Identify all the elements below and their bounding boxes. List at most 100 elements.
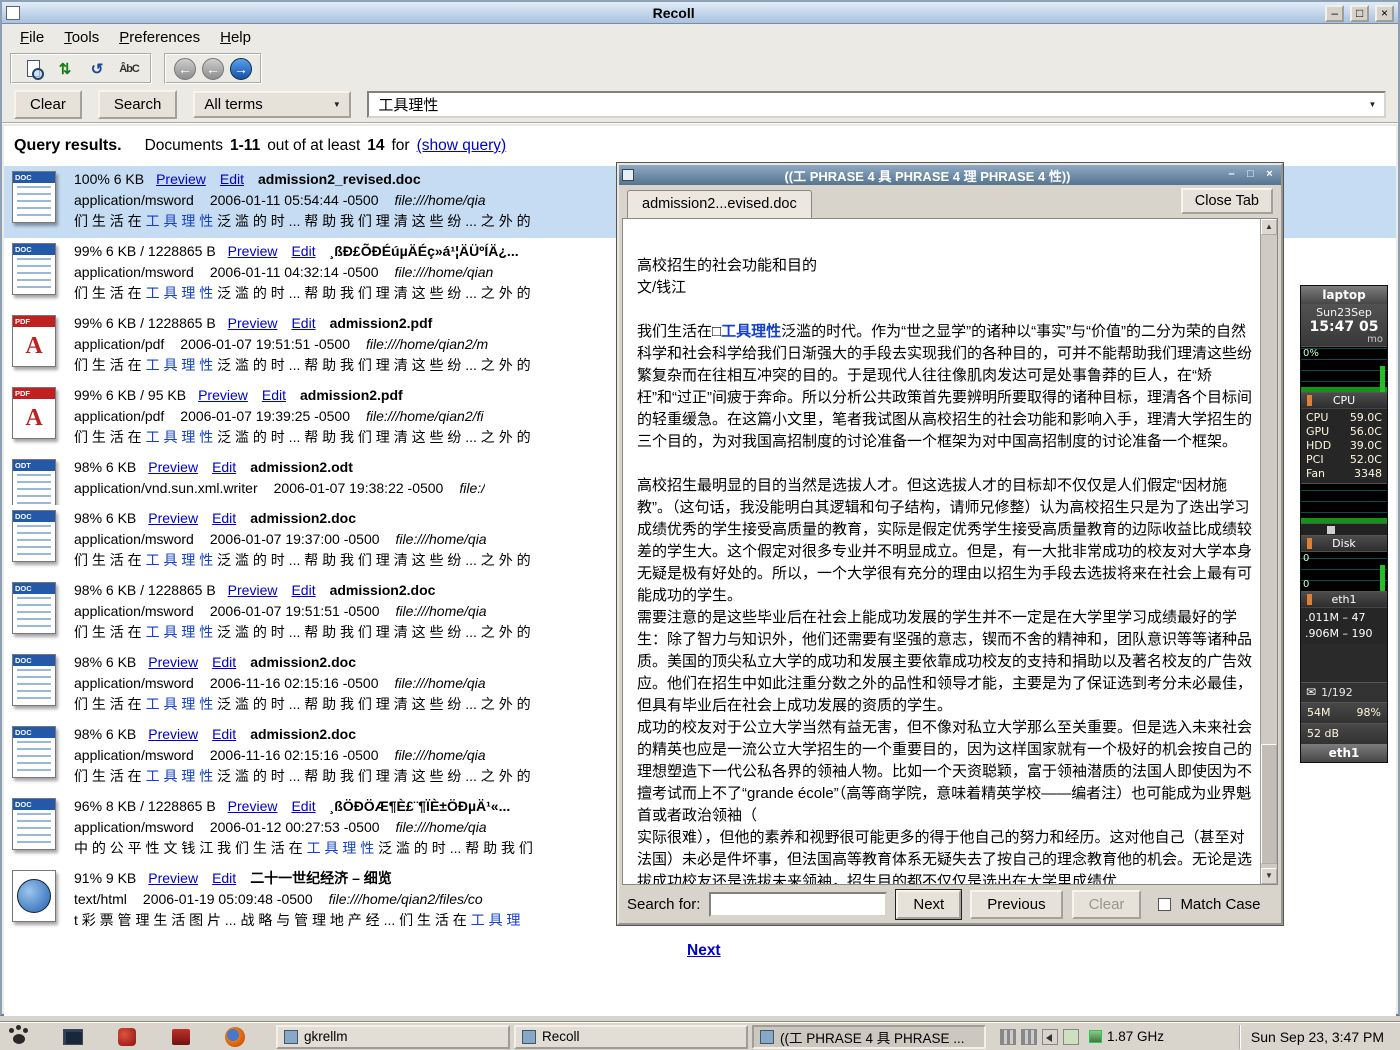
preview-link[interactable]: Preview	[148, 654, 198, 670]
footprint-launcher-icon[interactable]	[6, 1025, 32, 1049]
editor-launcher-icon[interactable]	[168, 1025, 194, 1049]
result-filename: admission2.doc	[250, 654, 356, 670]
preview-link[interactable]: Preview	[228, 315, 278, 331]
net-tx-line: .906M – 190	[1305, 626, 1383, 642]
preview-search-input[interactable]	[709, 892, 887, 917]
gkrellm-slider[interactable]	[1301, 523, 1387, 535]
gkrellm-spacer	[1301, 644, 1387, 682]
maximize-icon[interactable]: □	[1350, 5, 1369, 22]
file-type-badge: DOC	[13, 244, 55, 255]
result-url: file:///home/qian2/fi	[366, 408, 484, 424]
result-mime: application/msword	[74, 675, 194, 691]
menu-preferences[interactable]: Preferences	[109, 26, 210, 49]
next-results-link[interactable]: Next	[687, 942, 721, 960]
preview-link[interactable]: Preview	[148, 459, 198, 475]
close-tab-button[interactable]: Close Tab	[1181, 188, 1273, 214]
preview-link[interactable]: Preview	[228, 243, 278, 259]
edit-link[interactable]: Edit	[212, 870, 236, 886]
next-page-button[interactable]: →	[230, 58, 252, 80]
preview-link[interactable]: Preview	[148, 510, 198, 526]
cpu-frequency-applet: 1.87 GHz	[1089, 1029, 1164, 1044]
taskbar-button-label: gkrellm	[304, 1029, 348, 1044]
first-page-button[interactable]: ←	[174, 58, 196, 80]
preview-close-icon[interactable]: ×	[1261, 167, 1278, 183]
paw-icon	[13, 1034, 25, 1044]
edit-link[interactable]: Edit	[212, 459, 236, 475]
result-date: 2006-01-19 05:09:48 -0500	[143, 891, 313, 907]
preview-maximize-icon[interactable]: □	[1242, 167, 1259, 183]
edit-link[interactable]: Edit	[212, 510, 236, 526]
edit-link[interactable]: Edit	[212, 726, 236, 742]
result-relevance-size: 91% 9 KB	[74, 870, 136, 886]
edit-link[interactable]: Edit	[291, 315, 315, 331]
results-header: Query results. Documents 1-11 out of at …	[4, 126, 1396, 166]
result-snippet: 中 的 公 平 性 文 钱 江 我 们 生 活 在 工 具 理 性 泛 滥 的 …	[74, 838, 533, 859]
match-case-label: Match Case	[1180, 896, 1260, 913]
file-type-badge: DOC	[13, 655, 55, 666]
input-method-icon[interactable]	[1021, 1029, 1037, 1045]
prev-page-button[interactable]: ←	[202, 58, 224, 80]
scroll-up-icon[interactable]: ▲	[1261, 219, 1277, 235]
result-date: 2006-01-07 19:39:25 -0500	[180, 408, 350, 424]
sort-tool-button[interactable]: ⇅	[52, 57, 78, 81]
taskbar-button[interactable]: gkrellm	[276, 1025, 510, 1049]
menu-file[interactable]: File	[10, 26, 54, 49]
preview-link[interactable]: Preview	[198, 387, 248, 403]
preview-link[interactable]: Preview	[148, 870, 198, 886]
page-magnifier-icon	[27, 60, 40, 77]
sensor-name: CPU	[1306, 411, 1328, 425]
scrollbar-thumb[interactable]	[1261, 744, 1277, 864]
show-query-link[interactable]: (show query)	[417, 137, 507, 155]
term-explorer-button[interactable]: ÂbC	[116, 57, 142, 81]
result-filename: admission2.pdf	[300, 387, 403, 403]
sensor-readouts: CPU59.0C GPU56.0C HDD39.0C PCI52.0C Fan3…	[1301, 408, 1387, 483]
preview-tool-button[interactable]	[20, 57, 46, 81]
result-mime: application/msword	[74, 264, 194, 280]
find-previous-button[interactable]: Previous	[970, 890, 1062, 919]
clear-button[interactable]: Clear	[14, 90, 82, 119]
doc-file-icon: DOC	[12, 654, 56, 706]
find-clear-button[interactable]: Clear	[1072, 890, 1142, 919]
edit-link[interactable]: Edit	[212, 654, 236, 670]
preview-minimize-icon[interactable]: –	[1223, 167, 1240, 183]
find-next-button[interactable]: Next	[896, 890, 961, 919]
preview-link[interactable]: Preview	[148, 726, 198, 742]
firefox-launcher-icon[interactable]	[222, 1025, 248, 1049]
power-icon[interactable]	[1063, 1029, 1079, 1045]
sensor-name: PCI	[1306, 453, 1324, 467]
edit-link[interactable]: Edit	[291, 243, 315, 259]
doc-file-icon: DOC	[12, 726, 56, 778]
preview-tab[interactable]: admission2...evised.doc	[627, 190, 812, 218]
close-icon[interactable]: ×	[1375, 5, 1394, 22]
menu-help[interactable]: Help	[210, 26, 261, 49]
doc-file-icon: DOC	[12, 243, 56, 295]
edit-link[interactable]: Edit	[220, 171, 244, 187]
history-tool-button[interactable]: ↺	[84, 57, 110, 81]
taskbar-clock: Sun Sep 23, 3:47 PM	[1239, 1025, 1394, 1049]
result-url: file:///home/qia	[396, 819, 487, 835]
preview-link[interactable]: Preview	[228, 582, 278, 598]
search-mode-select[interactable]: All terms ▼	[193, 91, 351, 118]
package-launcher-icon[interactable]	[114, 1025, 140, 1049]
terminal-launcher-icon[interactable]	[60, 1025, 86, 1049]
result-snippet: 们 生 活 在 工 具 理 性 泛 滥 的 时 ... 帮 助 我 们 理 清 …	[74, 427, 531, 448]
preview-link[interactable]: Preview	[156, 171, 206, 187]
search-query-input[interactable]: 工具理性 ▼	[367, 91, 1386, 118]
result-url: file:///home/qian2/files/co	[329, 891, 483, 907]
menu-tools[interactable]: Tools	[54, 26, 109, 49]
edit-link[interactable]: Edit	[262, 387, 286, 403]
edit-link[interactable]: Edit	[291, 798, 315, 814]
edit-link[interactable]: Edit	[291, 582, 315, 598]
volume-icon[interactable]	[1042, 1029, 1058, 1045]
scroll-down-icon[interactable]: ▼	[1261, 868, 1277, 884]
keyboard-indicator-icon[interactable]	[1000, 1029, 1016, 1045]
match-case-checkbox[interactable]	[1158, 898, 1171, 911]
taskbar-button[interactable]: Recoll	[514, 1025, 748, 1049]
preview-scrollbar[interactable]: ▲ ▼	[1260, 219, 1277, 884]
minimize-icon[interactable]: –	[1325, 5, 1344, 22]
result-filename: ¸ßÖÐÖÆ¶È£¨¶ÏÈ±ÖÐµÄ¹«...	[330, 798, 511, 814]
result-url: file:///home/qian2/m	[366, 336, 488, 352]
search-button[interactable]: Search	[98, 90, 178, 119]
taskbar-button[interactable]: ((工 PHRASE 4 具 PHRASE ...	[752, 1025, 986, 1049]
preview-link[interactable]: Preview	[228, 798, 278, 814]
